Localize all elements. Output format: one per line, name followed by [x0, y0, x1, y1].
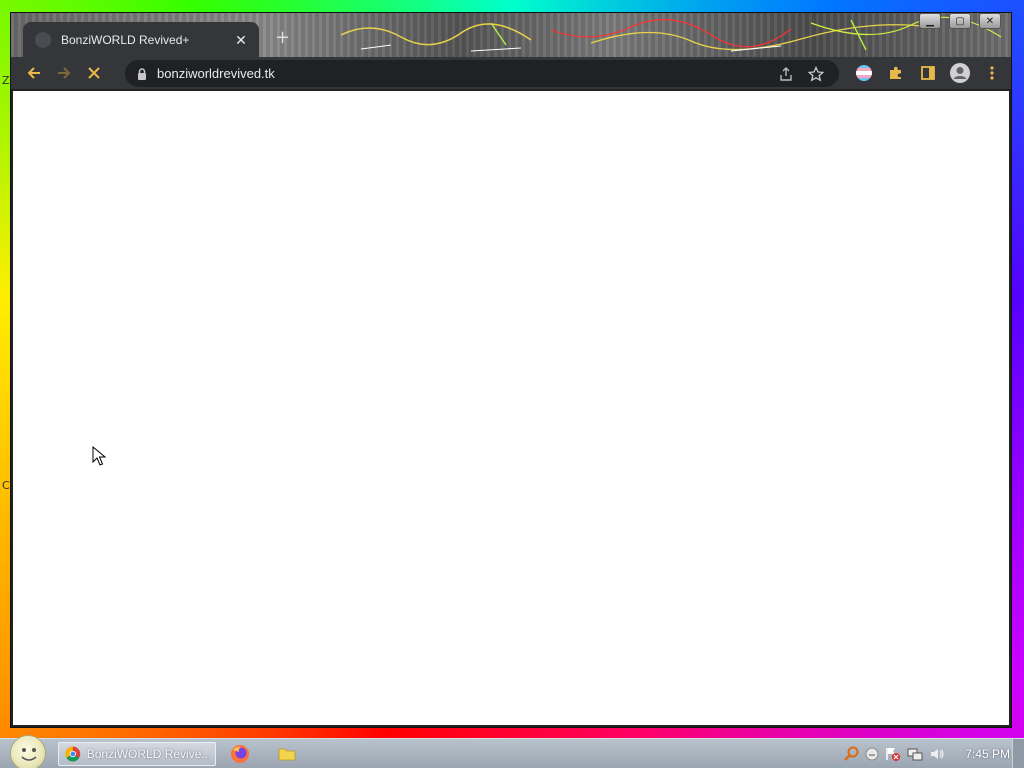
star-icon: [808, 65, 824, 82]
puzzle-icon: [890, 66, 901, 79]
profile-icon: [950, 63, 970, 83]
start-button[interactable]: [10, 735, 46, 768]
clock[interactable]: 7:45 PM: [965, 747, 1010, 761]
maximize-button[interactable]: ▢: [949, 13, 971, 29]
side-panel-button[interactable]: [913, 59, 943, 87]
chrome-icon: [65, 746, 81, 762]
close-window-button[interactable]: ✕: [979, 13, 1001, 29]
flag-extension-icon: [856, 65, 872, 81]
minimize-button[interactable]: ▁: [919, 13, 941, 29]
side-panel-icon: [921, 66, 935, 80]
smiley-icon: [21, 748, 37, 761]
browser-toolbar: bonziworldrevived.tk: [11, 57, 1011, 89]
extension-button[interactable]: [849, 59, 879, 87]
firefox-icon: [231, 745, 249, 763]
taskbar-pin-folder[interactable]: [278, 745, 296, 768]
network-icon[interactable]: [907, 746, 923, 762]
url-text[interactable]: bonziworldrevived.tk: [157, 66, 771, 81]
taskbar-pin-firefox[interactable]: [230, 744, 250, 768]
forward-button[interactable]: [49, 59, 79, 87]
menu-button[interactable]: [977, 59, 1007, 87]
browser-window: BonziWORLD Revived+ ✕ + ▁ ▢ ✕ bonziworld…: [10, 12, 1012, 728]
title-bar[interactable]: BonziWORLD Revived+ ✕ + ▁ ▢ ✕: [11, 13, 1011, 58]
tab-title: BonziWORLD Revived+: [61, 33, 190, 47]
theme-artwork: [340, 16, 1002, 52]
back-arrow-icon: [27, 67, 40, 79]
share-button[interactable]: [771, 60, 801, 88]
folder-icon: [278, 748, 296, 761]
system-tray: 7:45 PM: [843, 739, 1010, 768]
volume-icon[interactable]: [929, 746, 945, 762]
lock-icon[interactable]: [137, 67, 147, 80]
close-tab-icon[interactable]: ✕: [233, 32, 249, 49]
bookmark-button[interactable]: [801, 60, 831, 88]
show-desktop-button[interactable]: [1012, 739, 1024, 768]
new-tab-button[interactable]: +: [275, 27, 290, 48]
mouse-pointer-icon: [92, 446, 106, 466]
share-icon: [780, 66, 792, 81]
desktop-text: C: [2, 479, 10, 492]
globe-icon: [35, 32, 51, 48]
forward-arrow-icon: [58, 67, 71, 79]
profile-button[interactable]: [945, 59, 975, 87]
toolbar-actions: [849, 57, 1007, 89]
taskbar: BonziWORLD Revive... 7:45 PM: [0, 735, 1024, 768]
stop-loading-icon: [88, 67, 100, 79]
window-controls: ▁ ▢ ✕: [919, 13, 1001, 29]
taskbar-item-chrome[interactable]: BonziWORLD Revive...: [58, 742, 216, 766]
stop-button[interactable]: [79, 59, 109, 87]
desktop-text: Z: [2, 74, 10, 87]
search-icon[interactable]: [843, 746, 859, 762]
page-content[interactable]: [13, 91, 1009, 725]
kebab-menu-icon: [990, 66, 994, 80]
address-bar[interactable]: bonziworldrevived.tk: [125, 60, 839, 87]
tab-active[interactable]: BonziWORLD Revived+ ✕: [23, 22, 259, 58]
taskbar-item-label: BonziWORLD Revive...: [86, 747, 209, 761]
back-button[interactable]: [19, 59, 49, 87]
emoji-icon[interactable]: [865, 747, 879, 761]
extensions-button[interactable]: [881, 59, 911, 87]
network-error-icon[interactable]: [885, 746, 901, 762]
